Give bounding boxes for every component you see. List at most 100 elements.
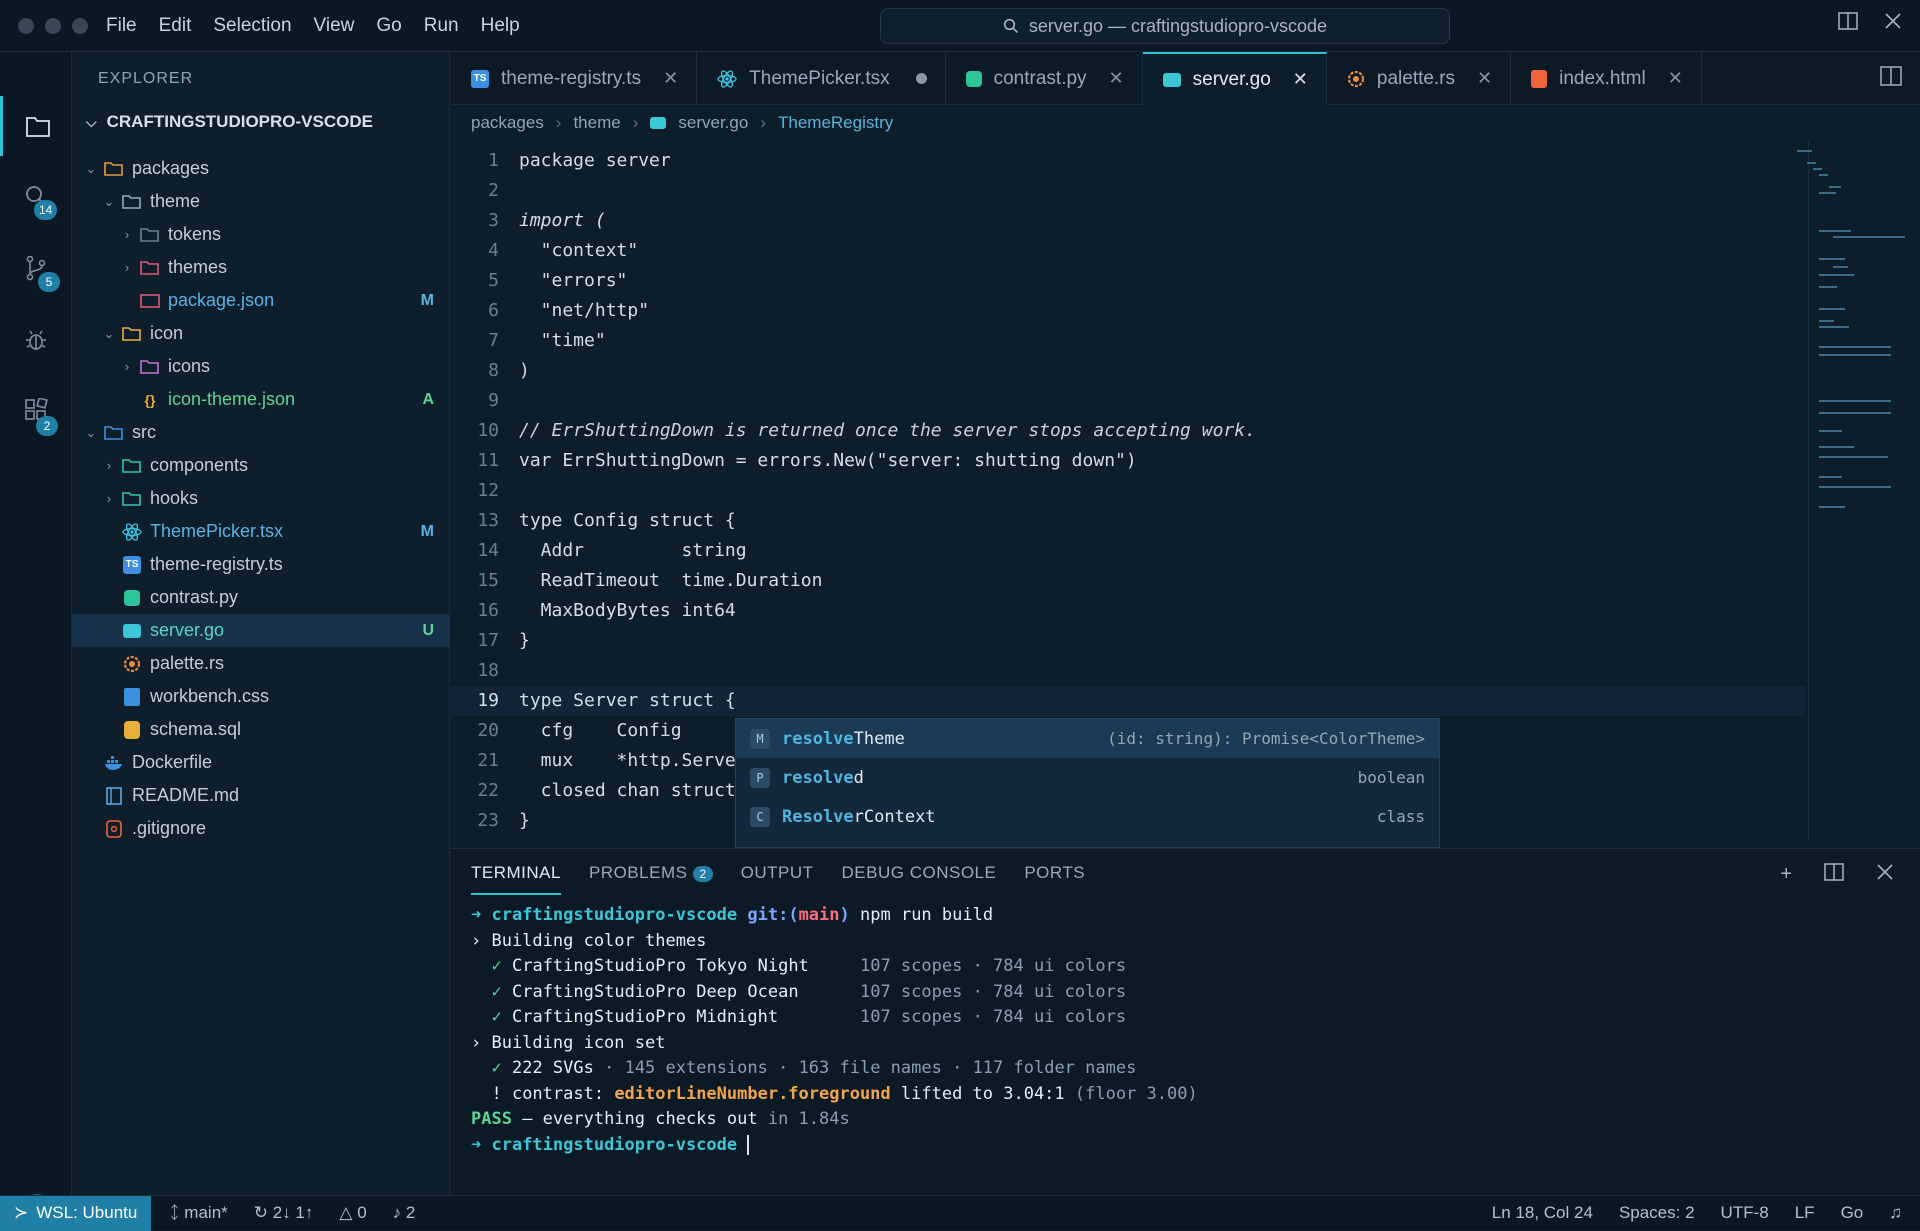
tab-palette-rs[interactable]: palette.rs ✕ [1327, 52, 1512, 105]
minimize-window-button[interactable] [45, 17, 61, 34]
code-line[interactable]: 9 [451, 386, 1805, 416]
tab-terminal[interactable]: TERMINAL [471, 863, 561, 895]
new-terminal-icon[interactable]: + [1780, 863, 1792, 886]
line-endings[interactable]: LF [1795, 1203, 1815, 1223]
problems-indicator[interactable]: △ 0 [339, 1203, 366, 1223]
maximize-window-button[interactable] [72, 17, 88, 34]
tree-item-schema-sql[interactable]: schema.sql [72, 713, 450, 746]
code-line[interactable]: 10 // ErrShuttingDown is returned once th… [451, 416, 1805, 446]
code-line[interactable]: 11 var ErrShuttingDown = errors.New("serv… [451, 446, 1805, 476]
tree-item-icon-theme-json[interactable]: {} icon-theme.json A [72, 383, 450, 416]
menu-go[interactable]: Go [376, 15, 401, 37]
breadcrumb-item[interactable]: server.go [678, 113, 748, 133]
close-icon[interactable]: ✕ [1668, 68, 1683, 89]
terminal-output[interactable]: ➜ craftingstudiopro-vscode git:(main) np… [471, 903, 1198, 1158]
close-icon[interactable]: ✕ [1477, 68, 1492, 89]
tree-item-contrast-py[interactable]: contrast.py [72, 581, 450, 614]
code-line[interactable]: 15 ReadTimeout time.Duration [451, 566, 1805, 596]
tab-theme-registry-ts[interactable]: TS theme-registry.ts ✕ [451, 52, 698, 105]
code-line[interactable]: 14 Addr string [451, 536, 1805, 566]
code-line[interactable]: 17} [451, 626, 1805, 656]
unsaved-dot-icon[interactable] [915, 73, 927, 84]
explorer-activity[interactable] [0, 96, 72, 156]
menu-file[interactable]: File [106, 15, 137, 37]
code-line[interactable]: 5 "errors" [451, 266, 1805, 296]
close-icon[interactable] [1884, 12, 1902, 30]
tab-problems[interactable]: PROBLEMS 2 [589, 863, 713, 895]
close-window-button[interactable] [18, 17, 34, 34]
menu-selection[interactable]: Selection [213, 15, 291, 37]
close-icon[interactable]: ✕ [1293, 69, 1308, 90]
tree-item-theme-registry-ts[interactable]: TS theme-registry.ts [72, 548, 450, 581]
code-line[interactable]: 3 import ( [451, 206, 1805, 236]
debug-activity[interactable] [0, 310, 72, 370]
sync-indicator[interactable]: ↻ 2↓ 1↑ [254, 1203, 314, 1223]
tree-item-src[interactable]: ⌄ src [72, 416, 450, 449]
tree-item-components[interactable]: › components [72, 449, 450, 482]
tree-item-package-json[interactable]: package.json M [72, 284, 450, 317]
code-line[interactable]: 1 package server [451, 146, 1805, 176]
minimap[interactable] [1797, 140, 1920, 840]
tree-item-themepicker-tsx[interactable]: ThemePicker.tsx M [72, 515, 450, 548]
close-icon[interactable]: ✕ [1109, 68, 1124, 89]
tree-item-tokens[interactable]: › tokens [72, 218, 450, 251]
tree-item-workbench-css[interactable]: workbench.css [72, 680, 450, 713]
tab-themepicker-tsx[interactable]: ThemePicker.tsx [697, 52, 946, 105]
branch-indicator[interactable]: ᛨ main* [169, 1203, 227, 1223]
window-controls[interactable] [18, 17, 88, 34]
split-terminal-icon[interactable] [1824, 863, 1844, 881]
tree-item-dockerfile[interactable]: Dockerfile [72, 746, 450, 779]
tab-contrast-py[interactable]: contrast.py ✕ [946, 52, 1143, 105]
code-line[interactable]: 2 [451, 176, 1805, 206]
menu-edit[interactable]: Edit [159, 15, 192, 37]
menu-view[interactable]: View [314, 15, 355, 37]
code-line[interactable]: 16 MaxBodyBytes int64 [451, 596, 1805, 626]
tree-item-packages[interactable]: ⌄ packages [72, 152, 450, 185]
tree-item-server-go[interactable]: server.go U [72, 614, 450, 647]
toggle-layout-icon[interactable] [1838, 12, 1858, 30]
encoding[interactable]: UTF-8 [1721, 1203, 1769, 1223]
tree-item-theme[interactable]: ⌄ theme [72, 185, 450, 218]
close-icon[interactable] [1876, 863, 1894, 881]
suggestion-item[interactable]: M resolveTheme (id: string): Promise<Col… [736, 719, 1439, 758]
breadcrumb-item[interactable]: packages [471, 113, 544, 133]
breadcrumb-item[interactable]: theme [573, 113, 620, 133]
tab-server-go[interactable]: server.go ✕ [1142, 52, 1327, 105]
menu-help[interactable]: Help [481, 15, 520, 37]
menu-run[interactable]: Run [424, 15, 459, 37]
indentation[interactable]: Spaces: 2 [1619, 1203, 1695, 1223]
cursor-position[interactable]: Ln 18, Col 24 [1492, 1203, 1593, 1223]
split-editor-icon[interactable] [1880, 66, 1902, 86]
extensions-activity[interactable]: 2 [0, 380, 72, 440]
code-line[interactable]: 4 "context" [451, 236, 1805, 266]
tab-debug-console[interactable]: DEBUG CONSOLE [842, 863, 997, 895]
suggestion-item[interactable]: C ResolverContext class [736, 797, 1439, 836]
suggestion-item[interactable]: P resolved boolean [736, 758, 1439, 797]
tree-item-icon[interactable]: ⌄ icon [72, 317, 450, 350]
tree-item-gitignore[interactable]: .gitignore [72, 812, 450, 845]
tab-index-html[interactable]: index.html ✕ [1511, 52, 1702, 105]
code-line[interactable]: 13 type Config struct { [451, 506, 1805, 536]
search-activity[interactable]: 14 [0, 166, 72, 226]
remote-indicator[interactable]: ≻ WSL: Ubuntu [0, 1195, 152, 1231]
source-control-activity[interactable]: 5 [0, 238, 72, 298]
tree-item-palette-rs[interactable]: palette.rs [72, 647, 450, 680]
code-line[interactable]: 6 "net/http" [451, 296, 1805, 326]
tree-item-themes[interactable]: › themes [72, 251, 450, 284]
code-line[interactable]: 19 type Server struct { [451, 686, 1805, 716]
tree-item-hooks[interactable]: › hooks [72, 482, 450, 515]
tab-ports[interactable]: PORTS [1024, 863, 1085, 895]
bell-icon[interactable]: ♫ [1889, 1203, 1902, 1223]
workspace-root[interactable]: ⌵ CRAFTINGSTUDIOPRO-VSCODE [86, 112, 373, 132]
language-mode[interactable]: Go [1841, 1203, 1864, 1223]
code-line[interactable]: 8) [451, 356, 1805, 386]
notifications-indicator[interactable]: ♪ 2 [393, 1203, 416, 1223]
code-line[interactable]: 12 [451, 476, 1805, 506]
code-line[interactable]: 7 "time" [451, 326, 1805, 356]
code-line[interactable]: 18 [451, 656, 1805, 686]
tree-item-icons[interactable]: › icons [72, 350, 450, 383]
tree-item-readme-md[interactable]: README.md [72, 779, 450, 812]
command-center[interactable]: server.go — craftingstudiopro-vscode [880, 8, 1450, 44]
breadcrumb-symbol[interactable]: ThemeRegistry [778, 113, 893, 133]
tab-output[interactable]: OUTPUT [741, 863, 814, 895]
